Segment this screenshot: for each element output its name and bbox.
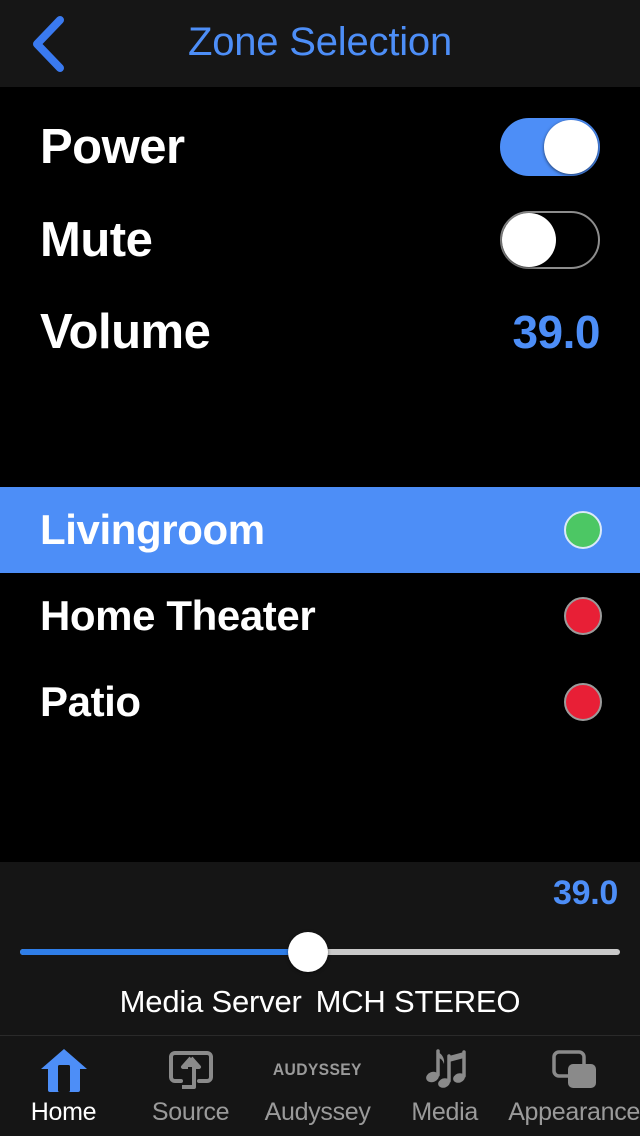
tab-source[interactable]: Source bbox=[127, 1036, 254, 1136]
home-icon bbox=[39, 1045, 89, 1095]
zone-status-dot-offline bbox=[564, 597, 602, 635]
volume-label: Volume bbox=[40, 305, 211, 359]
power-row: Power bbox=[0, 102, 640, 192]
tab-home[interactable]: Home bbox=[0, 1036, 127, 1136]
tab-audyssey-label: Audyssey bbox=[264, 1098, 371, 1126]
tab-appearance-label: Appearance bbox=[508, 1098, 640, 1126]
zone-name: Home Theater bbox=[40, 592, 316, 639]
music-notes-icon bbox=[419, 1045, 471, 1095]
zone-status-dot-online bbox=[564, 511, 602, 549]
mute-toggle[interactable] bbox=[500, 211, 600, 269]
zone-status-dot-offline bbox=[564, 683, 602, 721]
power-toggle-knob bbox=[544, 120, 598, 174]
tab-media-label: Media bbox=[411, 1098, 478, 1126]
audyssey-logo-text: AUDYSSEY bbox=[273, 1060, 363, 1079]
volume-value: 39.0 bbox=[512, 306, 600, 358]
navigation-bar: Zone Selection bbox=[0, 0, 640, 87]
tab-appearance[interactable]: Appearance bbox=[508, 1036, 640, 1136]
power-toggle[interactable] bbox=[500, 118, 600, 176]
tab-bar: Home Source AUDYSSEY Audyssey Media Appe… bbox=[0, 1035, 640, 1136]
mute-toggle-knob bbox=[502, 213, 556, 267]
tab-home-label: Home bbox=[30, 1098, 97, 1126]
volume-slider-fill bbox=[20, 949, 308, 955]
audyssey-icon: AUDYSSEY bbox=[269, 1045, 366, 1095]
mute-label: Mute bbox=[40, 213, 153, 267]
tab-source-label: Source bbox=[151, 1098, 230, 1126]
zone-list-item-patio[interactable]: Patio bbox=[0, 659, 640, 745]
zone-name: Livingroom bbox=[40, 506, 265, 553]
zone-controls-panel: Power Mute Volume 39.0 bbox=[0, 87, 640, 487]
sound-mode: MCH STEREO bbox=[315, 984, 521, 1019]
source-icon bbox=[166, 1045, 216, 1095]
zone-list: Livingroom Home Theater Patio bbox=[0, 487, 640, 862]
volume-panel: 39.0 Media Server MCH STEREO bbox=[0, 862, 640, 1035]
playback-status: Media Server MCH STEREO bbox=[0, 984, 640, 1020]
zone-list-item-home-theater[interactable]: Home Theater bbox=[0, 573, 640, 659]
volume-slider[interactable] bbox=[20, 932, 620, 972]
appearance-icon bbox=[548, 1045, 600, 1095]
page-title: Zone Selection bbox=[187, 20, 453, 64]
zone-list-item-livingroom[interactable]: Livingroom bbox=[0, 487, 640, 573]
volume-slider-value: 39.0 bbox=[553, 874, 618, 912]
power-label: Power bbox=[40, 120, 185, 174]
app-screen: Zone Selection Power Mute Volume 39.0 Li… bbox=[0, 0, 640, 1136]
tab-audyssey[interactable]: AUDYSSEY Audyssey bbox=[254, 1036, 381, 1136]
source-name: Media Server bbox=[119, 984, 302, 1019]
volume-slider-knob[interactable] bbox=[288, 932, 328, 972]
zone-name: Patio bbox=[40, 678, 141, 725]
tab-media[interactable]: Media bbox=[381, 1036, 508, 1136]
mute-row: Mute bbox=[0, 195, 640, 285]
volume-row: Volume 39.0 bbox=[0, 287, 640, 377]
